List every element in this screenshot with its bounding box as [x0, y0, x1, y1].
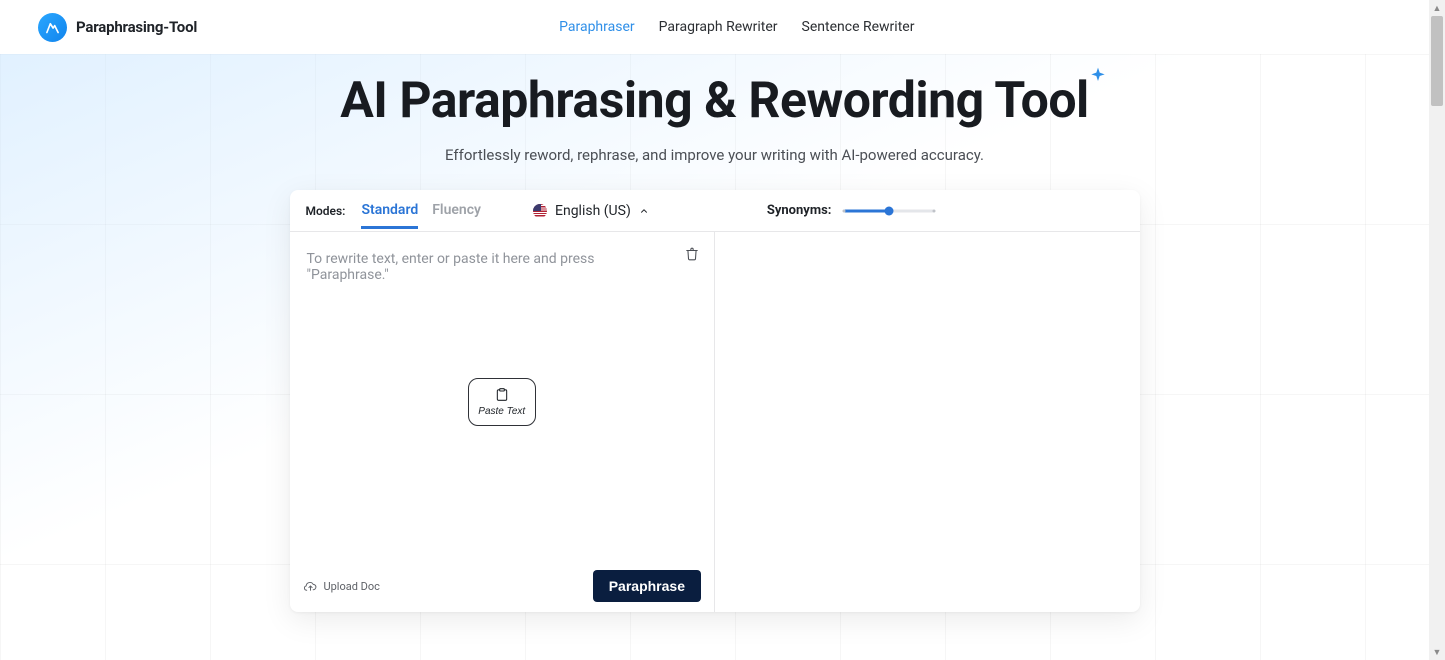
paraphrase-card: Modes: Standard Fluency English (US) Syn…	[290, 190, 1140, 612]
cloud-upload-icon	[303, 580, 318, 593]
scroll-down-icon[interactable]: ▼	[1429, 644, 1445, 660]
page-subtitle: Effortlessly reword, rephrase, and impro…	[0, 146, 1429, 164]
input-panel: Paste Text Upload Doc Paraphrase	[290, 232, 716, 612]
scrollbar-thumb[interactable]	[1431, 16, 1443, 106]
output-panel	[715, 232, 1140, 612]
slider-thumb[interactable]	[884, 206, 893, 215]
input-panel-footer: Upload Doc Paraphrase	[290, 560, 715, 612]
slider-tick	[843, 209, 846, 212]
upload-doc-label: Upload Doc	[324, 580, 380, 593]
nav-sentence-rewriter[interactable]: Sentence Rewriter	[802, 19, 915, 35]
nav-paragraph-rewriter[interactable]: Paragraph Rewriter	[659, 19, 778, 35]
mode-tab-standard[interactable]: Standard	[361, 192, 418, 229]
slider-tick	[933, 209, 936, 212]
header: Paraphrasing-Tool Paraphraser Paragraph …	[0, 0, 1429, 54]
modes-label: Modes:	[306, 204, 346, 218]
scroll-up-icon[interactable]: ▲	[1429, 0, 1445, 16]
nav-paraphraser[interactable]: Paraphraser	[559, 19, 635, 35]
clipboard-icon	[495, 387, 509, 402]
mode-tab-fluency[interactable]: Fluency	[432, 192, 481, 229]
brand-name: Paraphrasing-Tool	[76, 18, 197, 36]
paste-text-button[interactable]: Paste Text	[468, 378, 536, 426]
language-select[interactable]: English (US)	[533, 203, 649, 219]
language-label: English (US)	[555, 203, 631, 219]
page-title: AI Paraphrasing & Rewording Tool	[340, 72, 1089, 130]
paraphrase-button[interactable]: Paraphrase	[593, 570, 701, 602]
synonyms-control: Synonyms:	[767, 203, 935, 218]
trash-icon	[685, 246, 699, 262]
paste-text-label: Paste Text	[478, 406, 525, 417]
page-title-text: AI Paraphrasing & Rewording Tool	[340, 72, 1089, 130]
main-nav: Paraphraser Paragraph Rewriter Sentence …	[559, 19, 914, 35]
upload-doc-button[interactable]: Upload Doc	[303, 580, 380, 593]
synonyms-slider[interactable]	[844, 208, 934, 214]
sparkle-icon	[1088, 66, 1108, 86]
synonyms-label: Synonyms:	[767, 203, 832, 218]
slider-fill	[844, 209, 888, 212]
clear-button[interactable]	[680, 242, 704, 266]
logo[interactable]: Paraphrasing-Tool	[38, 13, 197, 42]
flag-us-icon	[533, 204, 547, 218]
panels: Paste Text Upload Doc Paraphrase	[290, 232, 1140, 612]
card-toolbar: Modes: Standard Fluency English (US) Syn…	[290, 190, 1140, 232]
logo-icon	[38, 13, 67, 42]
chevron-up-icon	[639, 206, 649, 216]
scrollbar[interactable]: ▲ ▼	[1429, 0, 1445, 660]
